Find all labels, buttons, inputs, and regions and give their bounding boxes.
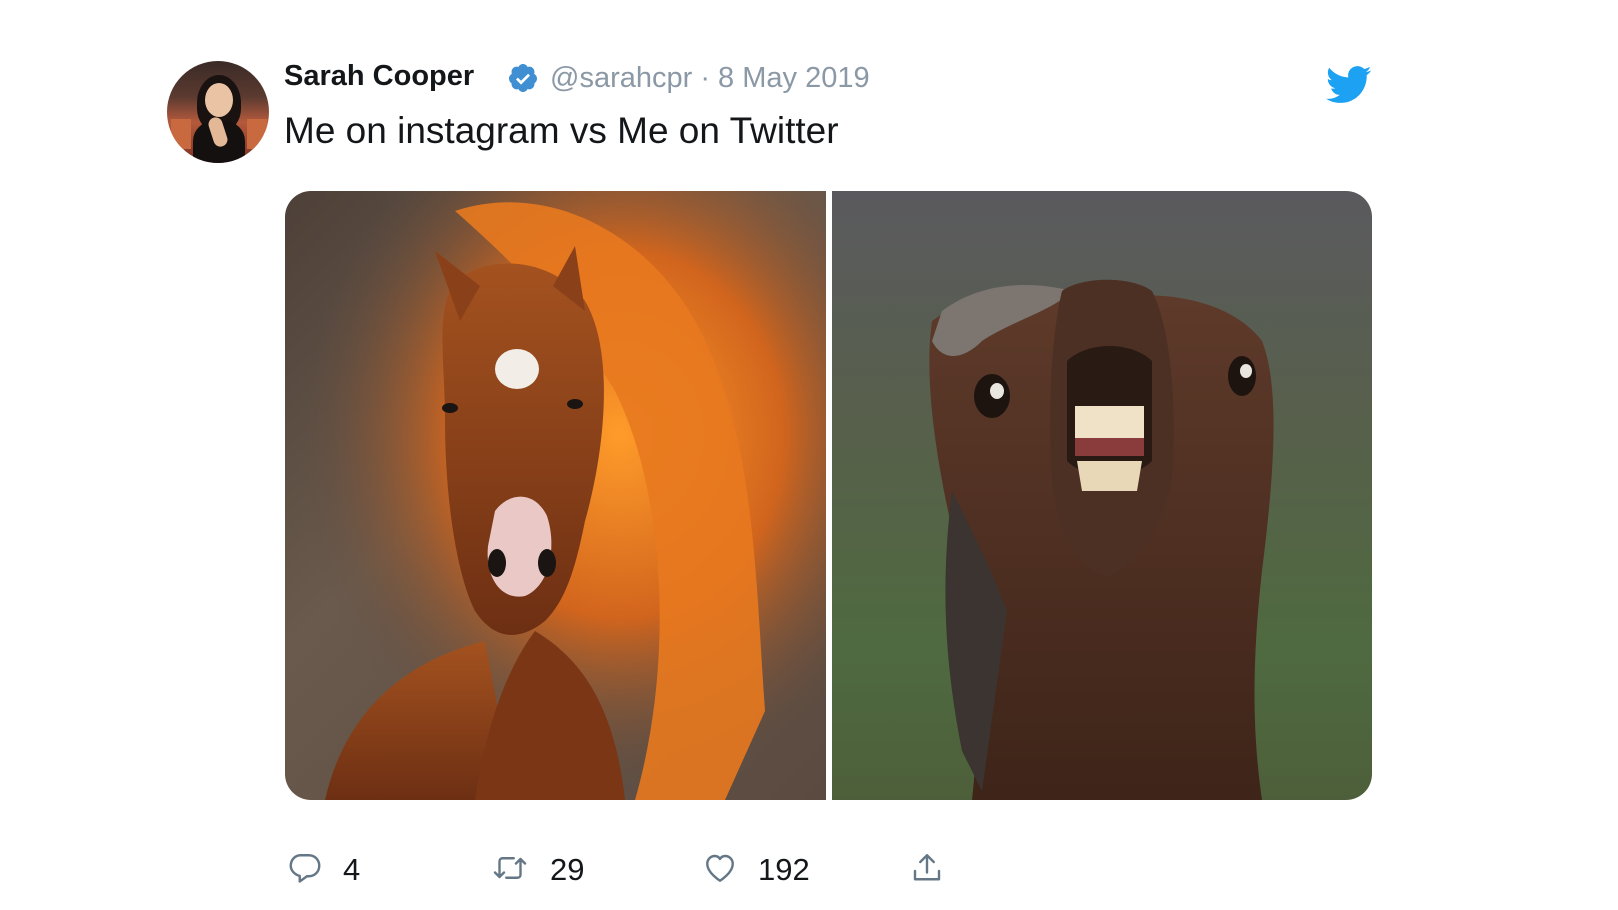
- avatar[interactable]: [167, 61, 269, 163]
- share-icon: [913, 854, 941, 881]
- tweet-text: Me on instagram vs Me on Twitter: [284, 110, 839, 151]
- reply-action[interactable]: 4: [287, 845, 377, 891]
- avatar-background-right: [247, 119, 267, 149]
- reply-count: 4: [343, 852, 361, 887]
- verified-badge-icon: [508, 64, 537, 92]
- retweet-action[interactable]: 29: [490, 845, 600, 891]
- horse-illustration-left: [285, 191, 826, 800]
- like-action[interactable]: 192: [702, 845, 822, 891]
- handle-and-date[interactable]: @sarahcpr · 8 May 2019: [550, 62, 870, 95]
- tweet-card: Sarah Cooper @sarahcpr · 8 May 2019 Me o…: [0, 0, 1618, 910]
- photo-right[interactable]: [832, 191, 1372, 800]
- author-name[interactable]: Sarah Cooper: [284, 60, 474, 93]
- avatar-background-left: [171, 119, 191, 149]
- media-grid: [285, 191, 1372, 800]
- like-count: 192: [758, 852, 810, 887]
- tweet-actions: 4 29 192: [0, 845, 1618, 895]
- photo-left[interactable]: [285, 191, 826, 800]
- retweet-count: 29: [550, 852, 585, 887]
- share-action[interactable]: [909, 845, 949, 891]
- heart-icon: [706, 854, 734, 882]
- avatar-face: [205, 83, 233, 117]
- horse-illustration-right: [929, 279, 1274, 800]
- reply-icon: [289, 854, 321, 883]
- retweet-icon: [493, 857, 527, 879]
- twitter-bird-icon[interactable]: [1326, 64, 1372, 104]
